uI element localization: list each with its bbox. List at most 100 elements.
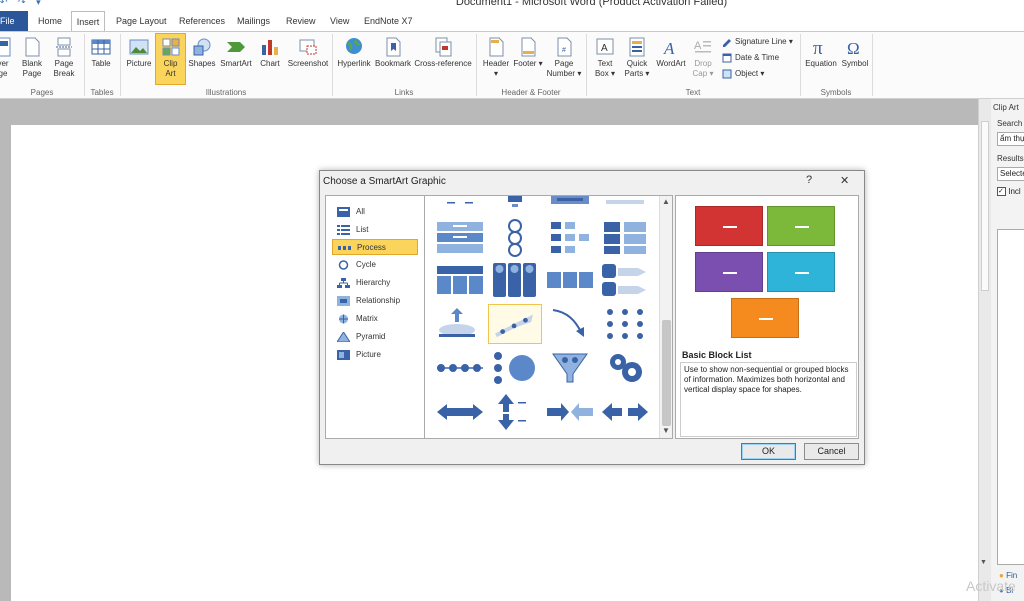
layout-thumbnail[interactable] — [543, 304, 597, 344]
relationship-icon — [337, 296, 350, 306]
layout-thumbnail[interactable] — [543, 348, 597, 388]
tab-home[interactable]: Home — [32, 11, 68, 31]
picture-button[interactable]: Picture — [124, 34, 154, 86]
layout-thumbnail-selected[interactable] — [488, 304, 542, 344]
scroll-down-icon[interactable]: ▼ — [662, 426, 670, 435]
scroll-up-icon[interactable]: ▲ — [662, 197, 670, 206]
calendar-icon — [722, 53, 732, 63]
screenshot-button[interactable]: Screenshot — [286, 34, 330, 86]
object-button[interactable]: Object ▾ — [722, 67, 764, 81]
layout-thumbnail[interactable] — [488, 348, 542, 388]
layout-thumbnail[interactable] — [598, 392, 652, 432]
tab-references[interactable]: References — [173, 11, 231, 31]
clip-art-pane-title: Clip Art — [993, 103, 1019, 112]
tab-review[interactable]: Review — [280, 11, 322, 31]
pyramid-icon — [337, 332, 350, 342]
bookmark-button[interactable]: Bookmark — [374, 34, 412, 86]
category-picture[interactable]: Picture — [332, 347, 418, 363]
layout-thumbnail[interactable] — [488, 260, 542, 300]
include-checkbox[interactable]: ✓ — [997, 187, 1006, 197]
include-checkbox-row[interactable]: ✓ Incl — [997, 187, 1021, 197]
layout-thumbnail[interactable] — [543, 218, 597, 258]
tab-insert[interactable]: Insert — [71, 11, 105, 31]
layout-thumbnail[interactable] — [543, 260, 597, 300]
layout-thumbnail[interactable] — [433, 348, 487, 388]
layout-thumbnail[interactable] — [433, 195, 487, 220]
scroll-thumb[interactable] — [981, 121, 989, 291]
gallery-scroll-thumb[interactable] — [662, 320, 671, 426]
gallery-scrollbar[interactable]: ▲ ▼ — [659, 196, 672, 438]
layout-thumbnail[interactable] — [598, 348, 652, 388]
document-scrollbar[interactable]: ▼ — [978, 99, 991, 601]
layout-thumbnail[interactable] — [488, 195, 542, 220]
layout-thumbnail[interactable] — [433, 304, 487, 344]
quick-parts-button[interactable]: Quick Parts ▾ — [621, 34, 653, 86]
group-separator — [332, 34, 333, 96]
page-break-button[interactable]: Page Break — [50, 34, 78, 86]
category-cycle[interactable]: Cycle — [332, 257, 418, 273]
chart-button[interactable]: Chart — [256, 34, 284, 86]
tab-mailings[interactable]: Mailings — [231, 11, 276, 31]
title-bar: ↶ ↷ ▾ Document1 - Microsoft Word (Produc… — [0, 0, 1024, 11]
shapes-button[interactable]: Shapes — [188, 34, 216, 86]
layout-thumbnail[interactable] — [488, 392, 542, 432]
equation-button[interactable]: π Equation — [803, 34, 839, 86]
category-list-item[interactable]: List — [332, 222, 418, 238]
category-relationship[interactable]: Relationship — [332, 293, 418, 309]
close-button[interactable]: ✕ — [840, 174, 849, 187]
cancel-button[interactable]: Cancel — [804, 443, 859, 460]
cycle-icon — [338, 260, 349, 270]
layout-thumbnail[interactable] — [433, 392, 487, 432]
table-button[interactable]: Table — [88, 34, 114, 86]
category-all[interactable]: All — [332, 204, 418, 220]
group-separator — [476, 34, 477, 96]
smartart-button[interactable]: SmartArt — [218, 34, 254, 86]
category-process[interactable]: Process — [332, 239, 418, 255]
layout-thumbnail[interactable] — [543, 195, 597, 220]
tab-view[interactable]: View — [324, 11, 355, 31]
group-label-text: Text — [685, 88, 701, 97]
layout-thumbnail[interactable] — [433, 218, 487, 258]
tab-page-layout[interactable]: Page Layout — [110, 11, 173, 31]
drop-cap-button[interactable]: A Drop Cap ▾ — [690, 34, 716, 86]
help-button[interactable]: ? — [806, 174, 812, 186]
wordart-button[interactable]: A WordArt — [654, 34, 688, 86]
preview-block-orange — [731, 298, 799, 338]
bookmark-icon — [386, 37, 401, 57]
category-matrix[interactable]: Matrix — [332, 311, 418, 327]
layout-thumbnail[interactable] — [433, 260, 487, 300]
layout-thumbnail[interactable] — [598, 304, 652, 344]
layout-thumbnail[interactable] — [598, 195, 652, 220]
layout-thumbnail[interactable] — [598, 218, 652, 258]
layout-description: Use to show non-sequential or grouped bl… — [680, 362, 857, 437]
group-label-illustrations: Illustrations — [205, 88, 247, 97]
preview-block-teal — [767, 252, 835, 292]
text-box-button[interactable]: A Text Box ▾ — [590, 34, 620, 86]
page-number-button[interactable]: # Page Number ▾ — [544, 34, 584, 86]
layout-thumbnail[interactable] — [598, 260, 652, 300]
symbol-button[interactable]: Ω Symbol — [840, 34, 870, 86]
signature-line-button[interactable]: Signature Line ▾ — [722, 35, 793, 49]
layout-thumbnail[interactable] — [543, 392, 597, 432]
clip-results-box[interactable] — [997, 229, 1024, 565]
scroll-down-icon[interactable]: ▼ — [980, 559, 987, 566]
cover-page-button[interactable]: verge — [0, 34, 14, 86]
category-hierarchy[interactable]: Hierarchy — [332, 275, 418, 291]
hyperlink-button[interactable]: Hyperlink — [335, 34, 373, 86]
results-type-select[interactable]: Selecte — [997, 167, 1024, 181]
footer-button[interactable]: Footer ▾ — [513, 34, 543, 86]
tab-endnote[interactable]: EndNote X7 — [358, 11, 419, 31]
blank-page-button[interactable]: Blank Page — [18, 34, 46, 86]
search-label: Search — [997, 119, 1023, 128]
cover-page-icon — [0, 37, 11, 57]
clip-art-button[interactable]: Clip Art — [155, 33, 186, 85]
cross-reference-button[interactable]: Cross-reference — [413, 34, 473, 86]
clip-search-input[interactable]: ẩm thự — [997, 132, 1024, 146]
window-title: Document1 - Microsoft Word (Product Acti… — [455, 0, 728, 8]
layout-thumbnail[interactable] — [488, 218, 542, 258]
category-pyramid[interactable]: Pyramid — [332, 329, 418, 345]
tab-file[interactable]: File — [0, 11, 28, 31]
header-button[interactable]: Header ▾ — [480, 34, 512, 86]
ok-button[interactable]: OK — [741, 443, 796, 460]
date-time-button[interactable]: Date & Time — [722, 51, 779, 65]
